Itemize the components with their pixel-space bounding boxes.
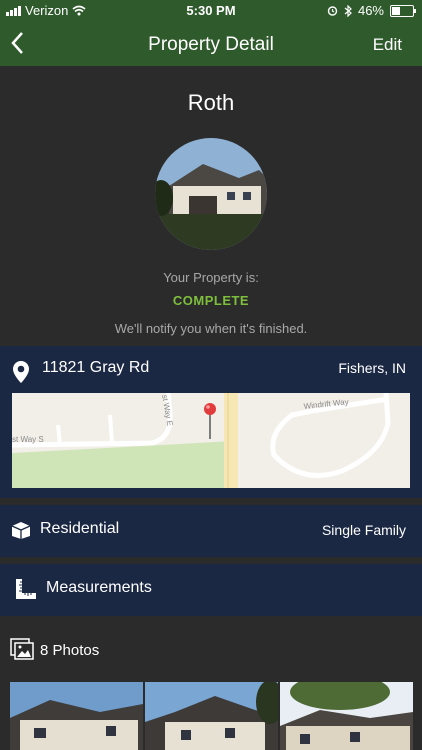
bluetooth-icon bbox=[344, 4, 352, 17]
photos-header[interactable]: 8 Photos bbox=[0, 628, 422, 672]
status-bar: Verizon 5:30 PM 46% bbox=[0, 0, 422, 22]
battery-percent: 46% bbox=[357, 3, 384, 18]
nav-bar: Property Detail Edit bbox=[0, 22, 422, 66]
map-street-label-3: st Way S bbox=[12, 435, 44, 444]
measurements-label: Measurements bbox=[46, 579, 152, 596]
property-type-label: Residential bbox=[40, 520, 120, 537]
page-title: Property Detail bbox=[148, 34, 274, 55]
photo-thumbnail[interactable] bbox=[10, 682, 143, 750]
property-map[interactable]: Windrift Way st Way E st Way S bbox=[12, 393, 410, 488]
alarm-icon bbox=[327, 6, 338, 16]
box-icon bbox=[11, 522, 31, 539]
edit-button[interactable]: Edit bbox=[373, 35, 402, 55]
property-type-row[interactable]: Residential Single Family bbox=[0, 505, 422, 557]
status-label: Your Property is: bbox=[163, 270, 259, 285]
photo-thumbnail[interactable] bbox=[280, 682, 413, 750]
battery-icon bbox=[390, 4, 416, 17]
owner-name: Roth bbox=[187, 90, 235, 115]
status-value: COMPLETE bbox=[172, 293, 250, 308]
ruler-icon bbox=[16, 579, 36, 599]
measurements-row[interactable]: Measurements bbox=[0, 564, 422, 616]
photos-label: 8 Photos bbox=[40, 642, 100, 659]
property-type-value: Single Family bbox=[321, 522, 406, 538]
notify-text: We'll notify you when it's finished. bbox=[114, 321, 308, 336]
photos-icon bbox=[10, 638, 34, 660]
photo-thumbnails bbox=[10, 682, 422, 750]
property-photo-avatar[interactable] bbox=[155, 138, 267, 250]
city-state: Fishers, IN bbox=[338, 360, 406, 376]
location-pin-icon bbox=[13, 361, 29, 383]
address-panel[interactable]: 11821 Gray Rd Fishers, IN Windrift Way s… bbox=[0, 346, 422, 498]
street-address: 11821 Gray Rd bbox=[42, 359, 150, 376]
photo-thumbnail[interactable] bbox=[145, 682, 278, 750]
